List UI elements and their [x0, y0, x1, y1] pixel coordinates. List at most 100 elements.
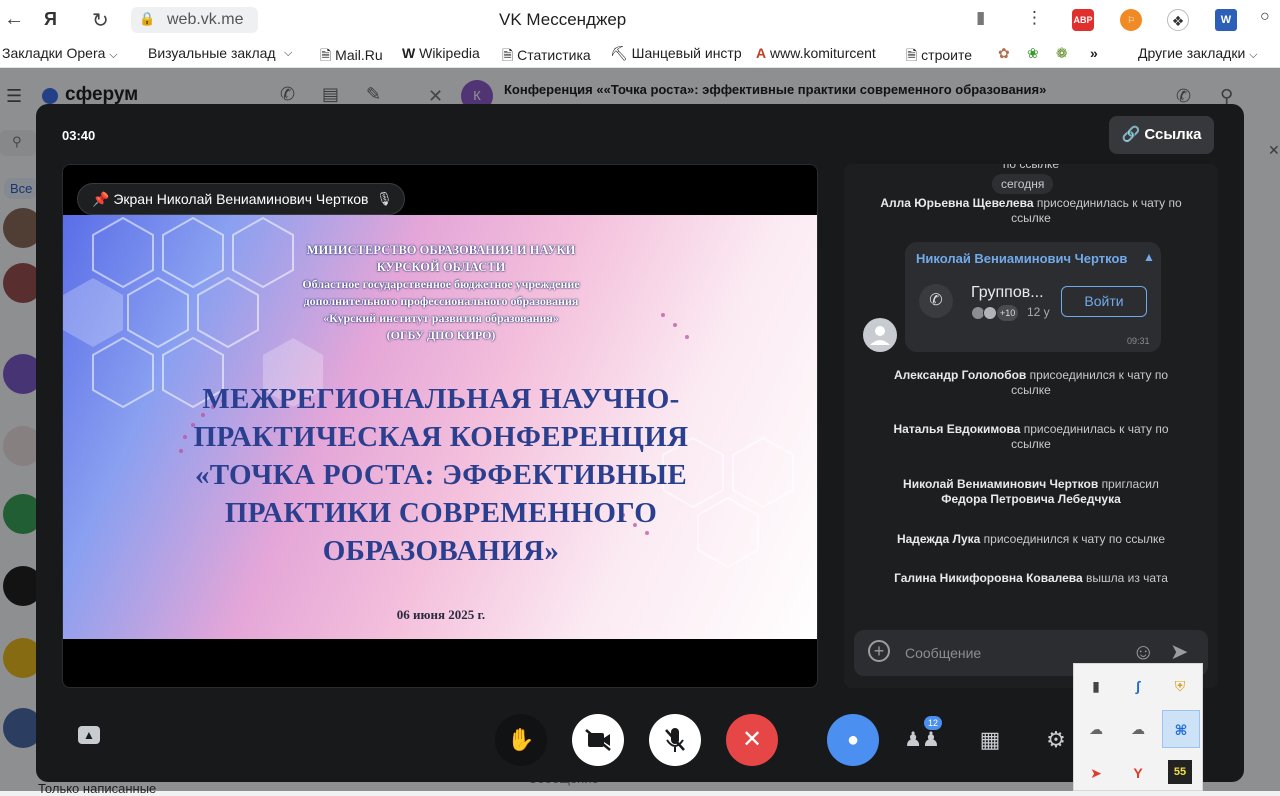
bookmark-item[interactable]: 🗎 строите — [906, 45, 986, 69]
slide-org-line: (ОГБУ ДПО КИРО) — [386, 328, 496, 342]
participant-name: Николай Вениаминович Чертков — [903, 477, 1099, 491]
browser-toolbar: ← Я ↻ 🔒 web.vk.me VK Мессенджер ▮ ⋮ ABP … — [0, 0, 1280, 40]
close-icon: ✕ — [741, 726, 763, 753]
cloud-offline-icon[interactable]: ☁ — [1123, 714, 1153, 744]
raise-hand-button[interactable]: ✋ — [495, 714, 547, 766]
user-avatar-icon[interactable] — [863, 318, 897, 352]
extension-puzzle-icon[interactable]: ❖ — [1167, 9, 1189, 31]
bookmark-item[interactable]: A www.komiturcent — [756, 45, 894, 61]
bookmark-label: строите — [921, 47, 973, 63]
bookmark-icon[interactable]: ▮ — [976, 8, 985, 28]
participants-count-badge: 12 — [924, 716, 943, 730]
participant-name: Александр Гололобов — [893, 368, 1027, 382]
system-message: Алла Юрьевна Щевелева присоединилась к ч… — [864, 196, 1198, 226]
bookmark-item[interactable]: Закладки Opera ⌵ — [2, 45, 118, 62]
site-logo-icon: A — [756, 45, 767, 61]
end-call-button[interactable]: ✕ — [726, 714, 778, 766]
lock-icon: 🔒 — [139, 11, 156, 26]
copy-link-button[interactable]: 🔗 Ссылка — [1109, 116, 1214, 154]
hand-icon: ✋ — [507, 727, 535, 752]
bookmark-item[interactable]: W Wikipedia — [402, 45, 480, 61]
extension-orange-icon[interactable]: ⚐ — [1120, 9, 1142, 31]
page-icon: 🗎 — [502, 47, 514, 63]
system-message: Галина Никифоровна Ковалева вышла из чат… — [854, 571, 1208, 586]
bluetooth-icon[interactable]: ∫ — [1123, 671, 1153, 701]
participants-button[interactable]: ♟♟ 12 — [904, 716, 943, 758]
bookmark-item[interactable]: ⛏ Шанцевый инстр — [610, 45, 742, 62]
more-menu-icon[interactable]: ⋮ — [1026, 8, 1043, 28]
slide-title-line: ОБРАЗОВАНИЯ» — [322, 535, 560, 567]
bookmark-label: Шанцевый инстр — [631, 45, 742, 61]
slide-org-line: КУРСКОЙ ОБЛАСТИ — [376, 260, 506, 274]
link-icon: 🔗 — [1121, 126, 1141, 143]
tab-title: VK Мессенджер — [499, 10, 627, 29]
group-call-title: Группов... — [971, 284, 1044, 301]
participant-name: Наталья Евдокимова — [893, 422, 1021, 436]
bookmark-item[interactable]: 🗎 Статистика — [502, 45, 591, 69]
address-bar[interactable]: 🔒 web.vk.me — [131, 7, 258, 33]
chevron-down-icon[interactable]: ⌵ — [284, 47, 292, 60]
system-message: Надежда Лука присоединился к чату по ссы… — [854, 532, 1208, 547]
slide-org-line: дополнительного профессионального образо… — [303, 294, 579, 308]
presentation-slide: МИНИСТЕРСТВО ОБРАЗОВАНИЯ И НАУКИ КУРСКОЙ… — [63, 215, 817, 639]
grid-layout-button[interactable]: ▦ — [972, 722, 1008, 758]
slide-title-line: «ТОЧКА РОСТА: ЭФФЕКТИВНЫЕ — [194, 459, 688, 491]
cloud-offline-icon[interactable]: ☁ — [1081, 714, 1111, 744]
profile-icon[interactable]: ○ — [1260, 8, 1270, 26]
yandex-browser-icon[interactable]: Y — [1123, 758, 1153, 788]
bookmark-label: Закладки Opera — [2, 45, 106, 61]
reload-icon[interactable]: ↻ — [92, 8, 109, 33]
adblock-extension-icon[interactable]: ABP — [1072, 9, 1094, 31]
camera-toggle-button[interactable] — [572, 714, 624, 766]
system-message-text: присоединился к чату по ссылке — [983, 532, 1166, 546]
message-input[interactable]: Сообщение — [905, 645, 981, 661]
add-attachment-icon[interactable]: + — [868, 640, 890, 662]
slide-org-line: МИНИСТЕРСТВО ОБРАЗОВАНИЯ И НАУКИ — [306, 243, 576, 257]
send-icon[interactable]: ➤ — [1170, 639, 1188, 665]
message-time: 09:31 — [1127, 336, 1150, 346]
screen-share-label-text: Экран Николай Вениаминович Чертков — [113, 191, 369, 207]
pin-icon[interactable]: 📌 — [92, 191, 109, 207]
bookmark-favicon-icon[interactable]: ❁ — [1056, 45, 1068, 62]
bookmark-item[interactable]: 🗎 Mail.Ru — [320, 45, 383, 69]
yandex-logo-icon[interactable]: Я — [44, 9, 57, 30]
bookmark-item[interactable]: Другие закладки ⌵ — [1138, 45, 1258, 62]
bookmark-item[interactable]: Визуальные заклад — [148, 45, 276, 61]
microphone-toggle-button[interactable] — [649, 714, 701, 766]
crop-tool-icon[interactable]: ⌘ — [1162, 710, 1200, 748]
more-bookmarks-icon[interactable]: » — [1090, 45, 1098, 61]
system-message: Николай Вениаминович Чертков пригласил Ф… — [881, 477, 1181, 507]
grid-icon: ▦ — [979, 727, 1001, 752]
telegram-icon[interactable]: ➤ — [1081, 758, 1111, 788]
bookmark-favicon-icon[interactable]: ❀ — [1027, 45, 1039, 62]
bookmark-label: Статистика — [517, 47, 591, 63]
system-message: Наталья Евдокимова присоединилась к чату… — [881, 422, 1181, 452]
bookmark-label: Другие закладки — [1138, 45, 1246, 61]
date-chip: сегодня — [992, 174, 1054, 194]
bookmark-favicon-icon[interactable]: ✿ — [998, 45, 1010, 62]
bookmark-label: Визуальные заклад — [148, 45, 276, 61]
join-call-button[interactable]: Войти — [1061, 286, 1147, 317]
emoji-icon[interactable]: ☺ — [1132, 639, 1154, 665]
url-text: web.vk.me — [167, 11, 244, 28]
settings-button[interactable]: ⚙ — [1038, 722, 1074, 758]
minimize-call-icon[interactable]: ▲ — [78, 726, 100, 744]
page-icon: 🗎 — [320, 47, 332, 63]
graduation-cap-icon: ▲ — [1143, 250, 1155, 264]
screen-share-view[interactable]: МИНИСТЕРСТВО ОБРАЗОВАНИЯ И НАУКИ КУРСКОЙ… — [62, 164, 818, 688]
word-extension-icon[interactable]: W — [1215, 9, 1237, 31]
usb-drive-icon[interactable]: ▮ — [1081, 671, 1111, 701]
slide-title-line: ПРАКТИЧЕСКАЯ КОНФЕРЕНЦИЯ — [193, 421, 689, 453]
link-button-label: Ссылка — [1144, 126, 1202, 143]
slide-title-line: МЕЖРЕГИОНАЛЬНАЯ НАУЧНО- — [202, 383, 680, 415]
message-author[interactable]: Николай Вениаминович Чертков — [916, 251, 1127, 266]
back-arrow-icon[interactable]: ← — [4, 8, 24, 31]
mic-off-icon — [665, 728, 685, 752]
system-message-text: присоединилась к чату по ссылке — [1011, 422, 1169, 451]
app-tray-icon[interactable]: 55 — [1168, 760, 1192, 784]
chat-toggle-button[interactable]: ● — [827, 714, 879, 766]
system-message-text: пригласил — [1101, 477, 1159, 491]
screen-share-label: 📌 Экран Николай Вениаминович Чертков 🎙 — [77, 183, 406, 215]
shovel-icon: ⛏ — [610, 45, 628, 61]
security-shield-icon[interactable]: ⛨ — [1165, 671, 1195, 701]
